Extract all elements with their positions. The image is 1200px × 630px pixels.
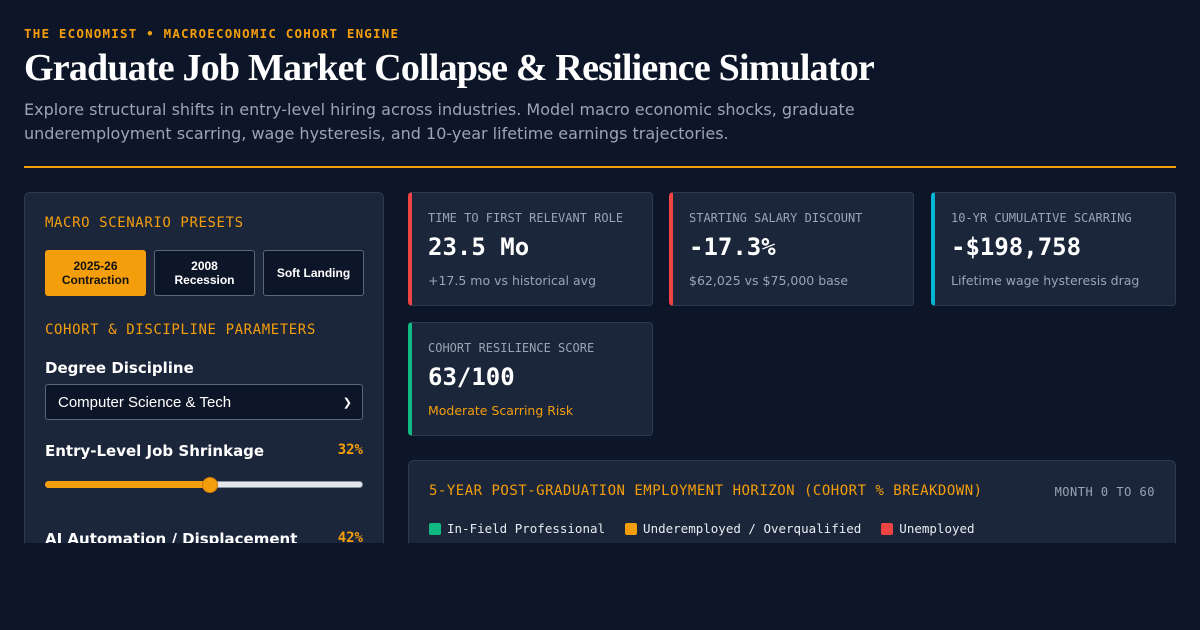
metric-label: TIME TO FIRST RELEVANT ROLE <box>428 211 624 225</box>
legend-label: Underemployed / Overqualified <box>643 521 862 536</box>
metric-label: 10-YR CUMULATIVE SCARRING <box>951 211 1132 225</box>
page: THE ECONOMIST • MACROECONOMIC COHORT ENG… <box>0 0 1200 630</box>
automation-value: 42% <box>337 530 363 543</box>
legend-label: In-Field Professional <box>447 521 606 536</box>
slider-fill <box>45 481 211 488</box>
legend-item-underemployed: Underemployed / Overqualified <box>625 521 861 536</box>
controls-panel: MACRO SCENARIO PRESETS 2025-26 Contracti… <box>24 192 384 543</box>
metric-card-cumulative-scarring: 10-YR CUMULATIVE SCARRING -$198,758 Life… <box>931 192 1176 306</box>
metric-value: -17.3% <box>689 233 776 261</box>
metric-note: +17.5 mo vs historical avg <box>428 273 596 288</box>
legend-label: Unemployed <box>899 521 975 536</box>
metric-note-risk: Moderate Scarring Risk <box>428 403 574 418</box>
metric-card-resilience-score: COHORT RESILIENCE SCORE 63/100 Moderate … <box>408 322 653 436</box>
shrinkage-slider[interactable] <box>45 477 363 493</box>
params-section-label: COHORT & DISCIPLINE PARAMETERS <box>45 322 316 338</box>
metric-value: 23.5 Mo <box>428 233 530 261</box>
legend-swatch <box>625 522 638 535</box>
header-divider <box>24 166 1176 168</box>
legend-swatch <box>429 522 441 535</box>
shrinkage-label: Entry-Level Job Shrinkage <box>45 442 265 460</box>
metric-note: $62,025 vs $75,000 base <box>689 273 849 288</box>
preset-button-recession[interactable]: 2008 Recession <box>154 250 255 296</box>
horizon-chart-range: MONTH 0 TO 60 <box>1054 485 1155 499</box>
presets-section-label: MACRO SCENARIO PRESETS <box>45 215 244 231</box>
page-title: Graduate Job Market Collapse & Resilienc… <box>24 47 875 89</box>
shrinkage-value: 32% <box>337 442 363 458</box>
metric-card-salary-discount: STARTING SALARY DISCOUNT -17.3% $62,025 … <box>669 192 914 306</box>
metric-card-time-to-role: TIME TO FIRST RELEVANT ROLE 23.5 Mo +17.… <box>408 192 653 306</box>
preset-buttons: 2025-26 Contraction 2008 Recession Soft … <box>45 250 364 296</box>
metric-value: 63/100 <box>428 363 515 391</box>
metric-label: COHORT RESILIENCE SCORE <box>428 341 595 355</box>
legend-item-unemployed: Unemployed <box>881 521 975 536</box>
page-subtitle: Explore structural shifts in entry-level… <box>24 100 855 143</box>
horizon-legend: In-Field Professional Underemployed / Ov… <box>429 521 975 536</box>
metric-label: STARTING SALARY DISCOUNT <box>689 211 863 225</box>
kicker: THE ECONOMIST • MACROECONOMIC COHORT ENG… <box>24 26 400 41</box>
chevron-down-icon: ❯ <box>342 396 352 409</box>
legend-item-in-field: In-Field Professional <box>429 521 605 536</box>
preset-button-soft-landing[interactable]: Soft Landing <box>263 250 364 296</box>
legend-swatch <box>881 522 894 535</box>
horizon-chart-title: 5-YEAR POST-GRADUATION EMPLOYMENT HORIZO… <box>429 483 983 499</box>
metric-value: -$198,758 <box>951 233 1082 261</box>
automation-label: AI Automation / Displacement <box>45 530 298 543</box>
discipline-select[interactable]: Computer Science & Tech ❯ <box>45 384 363 420</box>
discipline-label: Degree Discipline <box>45 359 194 377</box>
preset-button-contraction[interactable]: 2025-26 Contraction <box>45 250 146 296</box>
horizon-chart-panel: 5-YEAR POST-GRADUATION EMPLOYMENT HORIZO… <box>408 460 1176 543</box>
slider-thumb[interactable] <box>202 477 219 493</box>
metric-note: Lifetime wage hysteresis drag <box>951 273 1140 288</box>
discipline-selected-value: Computer Science & Tech <box>58 393 232 411</box>
